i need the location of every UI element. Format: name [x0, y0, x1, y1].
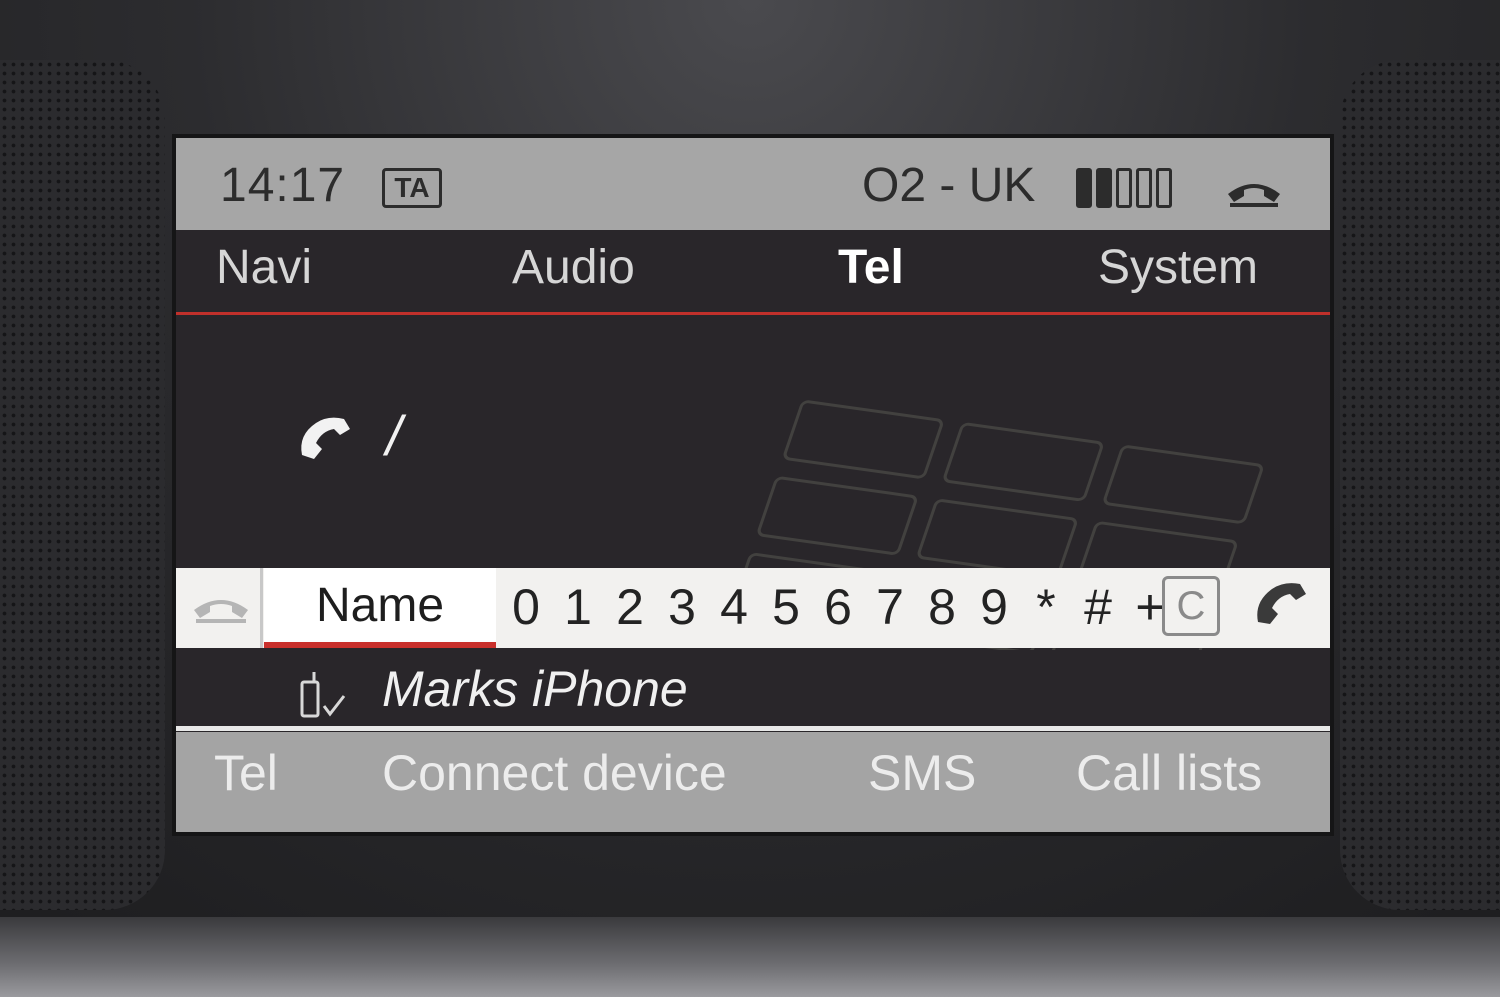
- char-key[interactable]: 1: [552, 576, 604, 636]
- dialed-number: /: [386, 404, 402, 467]
- end-call-icon[interactable]: [190, 590, 252, 624]
- device-name: Marks iPhone: [382, 661, 688, 717]
- softkey-connect-device[interactable]: Connect device: [382, 744, 727, 802]
- char-key[interactable]: 2: [604, 576, 656, 636]
- softkey-tel[interactable]: Tel: [214, 744, 278, 802]
- call-icon[interactable]: [1252, 580, 1310, 630]
- char-key[interactable]: #: [1072, 576, 1124, 636]
- signal-bar: [1096, 168, 1112, 208]
- char-key[interactable]: 8: [916, 576, 968, 636]
- connected-device-row: Marks iPhone: [176, 650, 1330, 731]
- infotainment-screen: 14:17 TA O2 - UK Navi Audio Tel System /…: [176, 138, 1330, 832]
- char-key[interactable]: 4: [708, 576, 760, 636]
- bottom-trim: [0, 917, 1500, 997]
- phone-icon: [301, 417, 350, 459]
- speaker-grille-left: [0, 60, 165, 910]
- character-speller: Name 0 1 2 3 4 5 6 7 8 9 * # + C: [176, 568, 1330, 648]
- status-bar: 14:17 TA O2 - UK: [176, 138, 1330, 230]
- clear-button[interactable]: C: [1162, 576, 1220, 636]
- menu-item-audio[interactable]: Audio: [512, 240, 635, 295]
- bottom-softkeys: Tel Connect device SMS Call lists: [176, 732, 1330, 832]
- char-key[interactable]: 6: [812, 576, 864, 636]
- main-menu: Navi Audio Tel System: [176, 230, 1330, 315]
- signal-strength-icon: [1076, 168, 1172, 208]
- speaker-grille-right: [1340, 60, 1500, 910]
- hangup-icon: [1228, 184, 1280, 207]
- carrier-name: O2 - UK: [862, 159, 1036, 212]
- signal-bar: [1076, 168, 1092, 208]
- char-key[interactable]: 7: [864, 576, 916, 636]
- char-key[interactable]: 5: [760, 576, 812, 636]
- menu-item-tel[interactable]: Tel: [838, 240, 904, 295]
- char-key[interactable]: 3: [656, 576, 708, 636]
- menu-item-system[interactable]: System: [1098, 240, 1258, 295]
- mobile-phone-check-icon: [300, 672, 346, 718]
- name-search-button[interactable]: Name: [264, 568, 496, 648]
- char-key[interactable]: 9: [968, 576, 1020, 636]
- signal-bar: [1116, 168, 1132, 208]
- softkey-sms[interactable]: SMS: [868, 744, 976, 802]
- signal-bar: [1156, 168, 1172, 208]
- character-list: 0 1 2 3 4 5 6 7 8 9 * # +: [500, 576, 1176, 636]
- signal-bar: [1136, 168, 1152, 208]
- ta-badge: TA: [382, 168, 442, 208]
- divider: [260, 568, 263, 648]
- dial-area: /: [176, 315, 1330, 677]
- char-key[interactable]: *: [1020, 576, 1072, 636]
- menu-item-navi[interactable]: Navi: [216, 240, 312, 295]
- char-key[interactable]: 0: [500, 576, 552, 636]
- clock: 14:17: [220, 159, 346, 212]
- softkey-call-lists[interactable]: Call lists: [1076, 744, 1262, 802]
